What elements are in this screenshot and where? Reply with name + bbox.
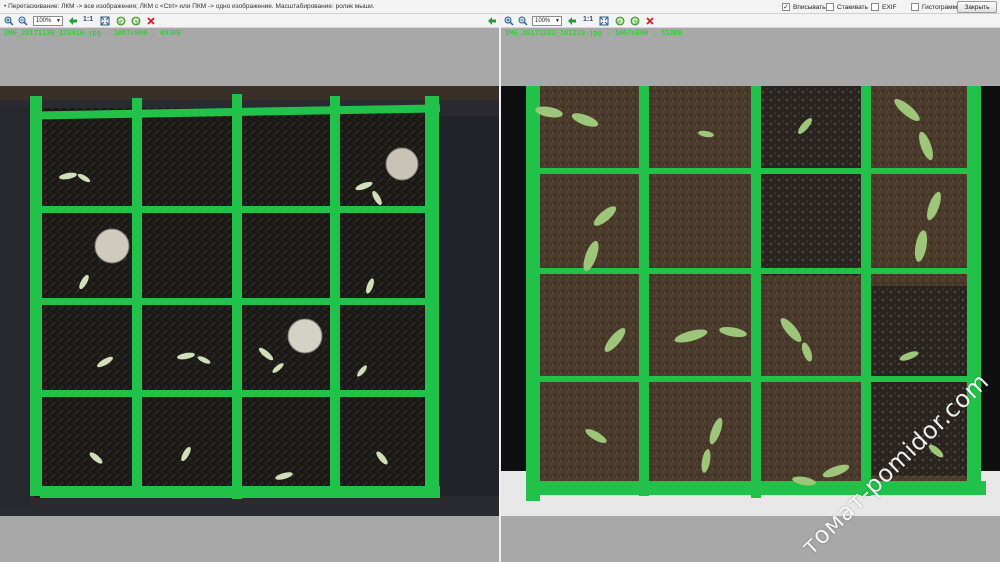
left-photo[interactable] (0, 86, 499, 516)
zoom-value: 100% (36, 18, 52, 24)
top-bar: • Перетаскивание: ЛКМ -> все изображения… (0, 0, 1000, 14)
exif-checkbox[interactable] (871, 3, 879, 11)
histogram-checkbox[interactable] (911, 3, 919, 11)
zoom-out-icon[interactable] (17, 15, 29, 27)
histogram-option[interactable]: Гистограмма (911, 2, 961, 12)
sync-arrow-icon[interactable] (67, 15, 79, 27)
exif-label: EXIF (882, 3, 897, 11)
actual-size-button[interactable]: 1:1 (583, 16, 593, 23)
left-image-pane[interactable]: 100% ▼ 1:1 IMG_20171130_123410.jpg , 106… (0, 14, 499, 562)
arrow-left-icon[interactable] (486, 15, 498, 27)
fit-to-window-icon[interactable] (99, 15, 111, 27)
zoom-value: 100% (535, 18, 551, 24)
image-compare-window: • Перетаскивание: ЛКМ -> все изображения… (0, 0, 1000, 562)
compare-checkbox[interactable] (826, 3, 834, 11)
chevron-down-icon: ▼ (56, 18, 61, 24)
exif-option[interactable]: EXIF (871, 2, 896, 12)
left-image-caption: IMG_20171130_123410.jpg , 1067x800 , 493… (4, 29, 182, 37)
zoom-in-icon[interactable] (503, 15, 515, 27)
fit-option[interactable]: ✓ Вписывать (782, 2, 826, 12)
fit-checkbox[interactable]: ✓ (782, 3, 790, 11)
coin (385, 147, 419, 181)
right-image-pane[interactable]: 100% ▼ 1:1 IMG_20171202_101219.jpg , 106… (501, 14, 1000, 562)
actual-size-button[interactable]: 1:1 (83, 16, 93, 23)
coin (287, 318, 323, 354)
coin (94, 228, 130, 264)
right-image-caption: IMG_20171202_101219.jpg , 1067x800 , 552… (505, 29, 683, 37)
histogram-label: Гистограмма (922, 3, 961, 11)
compare-label: Стакивать (837, 3, 868, 11)
fit-to-window-icon[interactable] (598, 15, 610, 27)
rotate-right-icon[interactable] (629, 15, 641, 27)
zoom-select[interactable]: 100% ▼ (532, 16, 562, 26)
close-icon[interactable] (644, 15, 656, 27)
zoom-select[interactable]: 100% ▼ (33, 16, 63, 26)
right-toolbar: 100% ▼ 1:1 (501, 14, 1000, 28)
sync-arrow-icon[interactable] (566, 15, 578, 27)
compare-option[interactable]: Стакивать (826, 2, 868, 12)
rotate-left-icon[interactable] (115, 15, 127, 27)
chevron-down-icon: ▼ (555, 18, 560, 24)
close-window-button[interactable]: Закрыть (957, 1, 997, 13)
rotate-left-icon[interactable] (614, 15, 626, 27)
left-toolbar: 100% ▼ 1:1 (0, 14, 499, 28)
rotate-right-icon[interactable] (130, 15, 142, 27)
usage-hint: • Перетаскивание: ЛКМ -> все изображения… (4, 3, 375, 10)
close-icon[interactable] (145, 15, 157, 27)
fit-label: Вписывать (793, 3, 826, 11)
zoom-out-icon[interactable] (517, 15, 529, 27)
zoom-in-icon[interactable] (3, 15, 15, 27)
left-seedling-tray (30, 94, 441, 499)
